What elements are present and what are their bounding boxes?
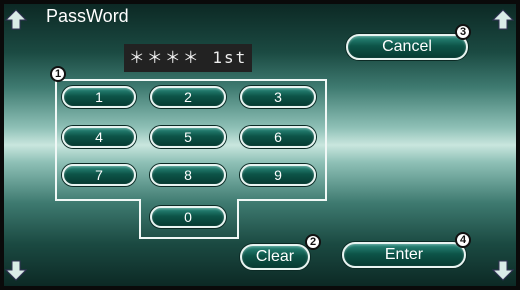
key-label: 3 [274,89,282,105]
keypad-button-1[interactable]: 1 [62,86,136,108]
keypad-button-3[interactable]: 3 [240,86,316,108]
key-label: 7 [95,167,103,183]
key-label: 5 [184,129,192,145]
clear-button[interactable]: Clear [240,244,310,270]
keypad-button-6[interactable]: 6 [240,126,316,148]
keypad-button-2[interactable]: 2 [150,86,226,108]
enter-button[interactable]: Enter [342,242,466,268]
enter-label: Enter [384,246,424,263]
keypad-button-4[interactable]: 4 [62,126,136,148]
key-label: 0 [184,209,192,225]
cancel-label: Cancel [382,38,432,55]
keypad-button-9[interactable]: 9 [240,164,316,186]
cancel-button[interactable]: Cancel [346,34,468,60]
keypad-button-5[interactable]: 5 [150,126,226,148]
key-label: 1 [95,89,103,105]
keypad-button-8[interactable]: 8 [150,164,226,186]
keypad-button-7[interactable]: 7 [62,164,136,186]
clear-label: Clear [255,248,295,265]
callout-1: 1 [50,66,66,82]
key-label: 2 [184,89,192,105]
key-label: 4 [95,129,103,145]
key-label: 8 [184,167,192,183]
callout-3: 3 [455,24,471,40]
callout-4: 4 [455,232,471,248]
callout-2: 2 [305,234,321,250]
password-screen: PassWord ＊＊＊＊ 1st 1 2 3 4 5 6 7 8 9 0 Ca… [0,0,520,290]
key-label: 9 [274,167,282,183]
key-label: 6 [274,129,282,145]
keypad-button-0[interactable]: 0 [150,206,226,228]
